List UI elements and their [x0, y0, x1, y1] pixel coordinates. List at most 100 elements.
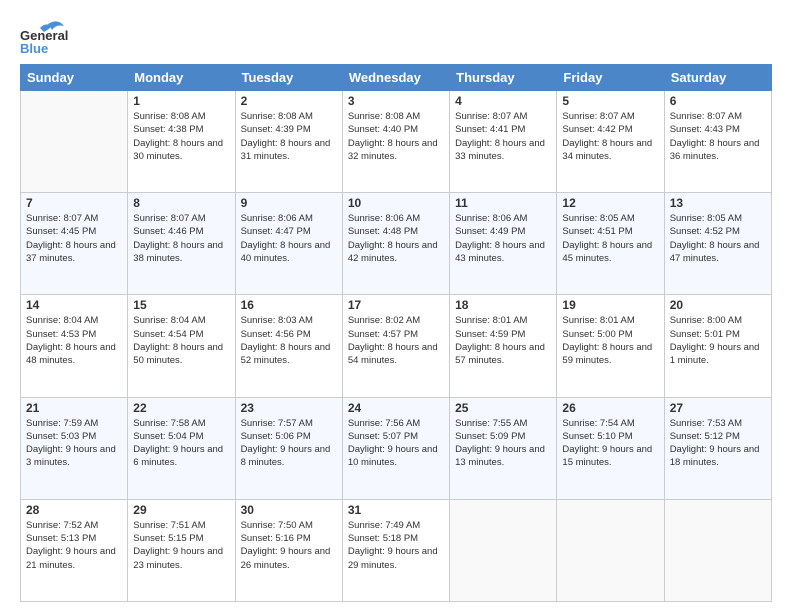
day-number: 5	[562, 94, 658, 108]
day-number: 12	[562, 196, 658, 210]
svg-text:Blue: Blue	[20, 41, 48, 56]
day-number: 14	[26, 298, 122, 312]
weekday-header-thursday: Thursday	[450, 65, 557, 91]
day-number: 27	[670, 401, 766, 415]
weekday-header-wednesday: Wednesday	[342, 65, 449, 91]
day-cell: 23 Sunrise: 7:57 AMSunset: 5:06 PMDayligh…	[235, 397, 342, 499]
day-number: 11	[455, 196, 551, 210]
day-cell: 15 Sunrise: 8:04 AMSunset: 4:54 PMDayligh…	[128, 295, 235, 397]
day-info: Sunrise: 8:05 AMSunset: 4:51 PMDaylight:…	[562, 212, 658, 265]
day-cell: 16 Sunrise: 8:03 AMSunset: 4:56 PMDayligh…	[235, 295, 342, 397]
day-cell: 31 Sunrise: 7:49 AMSunset: 5:18 PMDayligh…	[342, 499, 449, 601]
day-number: 18	[455, 298, 551, 312]
day-info: Sunrise: 8:06 AMSunset: 4:47 PMDaylight:…	[241, 212, 337, 265]
day-number: 21	[26, 401, 122, 415]
day-cell: 27 Sunrise: 7:53 AMSunset: 5:12 PMDayligh…	[664, 397, 771, 499]
day-info: Sunrise: 7:56 AMSunset: 5:07 PMDaylight:…	[348, 417, 444, 470]
day-cell: 6Sunrise: 8:07 AMSunset: 4:43 PMDaylight…	[664, 91, 771, 193]
day-cell: 5Sunrise: 8:07 AMSunset: 4:42 PMDaylight…	[557, 91, 664, 193]
day-cell: 1Sunrise: 8:08 AMSunset: 4:38 PMDaylight…	[128, 91, 235, 193]
day-info: Sunrise: 8:07 AMSunset: 4:46 PMDaylight:…	[133, 212, 229, 265]
day-info: Sunrise: 7:57 AMSunset: 5:06 PMDaylight:…	[241, 417, 337, 470]
day-cell: 24 Sunrise: 7:56 AMSunset: 5:07 PMDayligh…	[342, 397, 449, 499]
day-number: 10	[348, 196, 444, 210]
day-cell: 12 Sunrise: 8:05 AMSunset: 4:51 PMDayligh…	[557, 193, 664, 295]
day-cell	[557, 499, 664, 601]
day-cell: 29 Sunrise: 7:51 AMSunset: 5:15 PMDayligh…	[128, 499, 235, 601]
day-number: 4	[455, 94, 551, 108]
week-row-4: 21Sunrise: 7:59 AMSunset: 5:03 PMDayligh…	[21, 397, 772, 499]
day-cell: 10 Sunrise: 8:06 AMSunset: 4:48 PMDayligh…	[342, 193, 449, 295]
day-info: Sunrise: 7:54 AMSunset: 5:10 PMDaylight:…	[562, 417, 658, 470]
day-cell: 11 Sunrise: 8:06 AMSunset: 4:49 PMDayligh…	[450, 193, 557, 295]
calendar-table: SundayMondayTuesdayWednesdayThursdayFrid…	[20, 64, 772, 602]
day-info: Sunrise: 8:01 AMSunset: 4:59 PMDaylight:…	[455, 314, 551, 367]
day-cell	[450, 499, 557, 601]
day-info: Sunrise: 7:52 AMSunset: 5:13 PMDaylight:…	[26, 519, 122, 572]
day-info: Sunrise: 7:53 AMSunset: 5:12 PMDaylight:…	[670, 417, 766, 470]
day-cell: 8 Sunrise: 8:07 AMSunset: 4:46 PMDaylight…	[128, 193, 235, 295]
day-info: Sunrise: 7:55 AMSunset: 5:09 PMDaylight:…	[455, 417, 551, 470]
day-number: 20	[670, 298, 766, 312]
day-number: 9	[241, 196, 337, 210]
day-cell: 22 Sunrise: 7:58 AMSunset: 5:04 PMDayligh…	[128, 397, 235, 499]
day-number: 23	[241, 401, 337, 415]
day-cell: 30 Sunrise: 7:50 AMSunset: 5:16 PMDayligh…	[235, 499, 342, 601]
day-cell: 14 Sunrise: 8:04 AMSunset: 4:53 PMDayligh…	[21, 295, 128, 397]
day-cell: 7Sunrise: 8:07 AMSunset: 4:45 PMDaylight…	[21, 193, 128, 295]
day-cell: 26 Sunrise: 7:54 AMSunset: 5:10 PMDayligh…	[557, 397, 664, 499]
day-cell: 21Sunrise: 7:59 AMSunset: 5:03 PMDayligh…	[21, 397, 128, 499]
day-cell: 19Sunrise: 8:01 AMSunset: 5:00 PMDayligh…	[557, 295, 664, 397]
day-number: 16	[241, 298, 337, 312]
weekday-header-row: SundayMondayTuesdayWednesdayThursdayFrid…	[21, 65, 772, 91]
day-info: Sunrise: 7:51 AMSunset: 5:15 PMDaylight:…	[133, 519, 229, 572]
day-info: Sunrise: 8:04 AMSunset: 4:54 PMDaylight:…	[133, 314, 229, 367]
day-info: Sunrise: 8:07 AMSunset: 4:41 PMDaylight:…	[455, 110, 551, 163]
day-number: 26	[562, 401, 658, 415]
week-row-2: 7Sunrise: 8:07 AMSunset: 4:45 PMDaylight…	[21, 193, 772, 295]
day-number: 3	[348, 94, 444, 108]
day-info: Sunrise: 8:00 AMSunset: 5:01 PMDaylight:…	[670, 314, 766, 367]
day-info: Sunrise: 8:03 AMSunset: 4:56 PMDaylight:…	[241, 314, 337, 367]
logo-area: General Blue	[20, 16, 68, 56]
day-info: Sunrise: 8:08 AMSunset: 4:39 PMDaylight:…	[241, 110, 337, 163]
day-cell: 13Sunrise: 8:05 AMSunset: 4:52 PMDayligh…	[664, 193, 771, 295]
day-info: Sunrise: 8:05 AMSunset: 4:52 PMDaylight:…	[670, 212, 766, 265]
day-number: 30	[241, 503, 337, 517]
day-info: Sunrise: 8:04 AMSunset: 4:53 PMDaylight:…	[26, 314, 122, 367]
day-cell: 20 Sunrise: 8:00 AMSunset: 5:01 PMDayligh…	[664, 295, 771, 397]
day-info: Sunrise: 8:01 AMSunset: 5:00 PMDaylight:…	[562, 314, 658, 367]
day-cell	[21, 91, 128, 193]
day-cell: 2 Sunrise: 8:08 AMSunset: 4:39 PMDaylight…	[235, 91, 342, 193]
day-cell: 17Sunrise: 8:02 AMSunset: 4:57 PMDayligh…	[342, 295, 449, 397]
day-number: 28	[26, 503, 122, 517]
day-number: 8	[133, 196, 229, 210]
weekday-header-sunday: Sunday	[21, 65, 128, 91]
weekday-header-friday: Friday	[557, 65, 664, 91]
week-row-1: 1Sunrise: 8:08 AMSunset: 4:38 PMDaylight…	[21, 91, 772, 193]
page: General Blue SundayMondayTuesdayWednesda…	[0, 0, 792, 612]
day-cell	[664, 499, 771, 601]
day-number: 22	[133, 401, 229, 415]
day-info: Sunrise: 8:06 AMSunset: 4:48 PMDaylight:…	[348, 212, 444, 265]
weekday-header-monday: Monday	[128, 65, 235, 91]
day-number: 29	[133, 503, 229, 517]
day-number: 15	[133, 298, 229, 312]
day-info: Sunrise: 8:07 AMSunset: 4:45 PMDaylight:…	[26, 212, 122, 265]
day-info: Sunrise: 7:49 AMSunset: 5:18 PMDaylight:…	[348, 519, 444, 572]
weekday-header-saturday: Saturday	[664, 65, 771, 91]
day-number: 31	[348, 503, 444, 517]
day-info: Sunrise: 7:58 AMSunset: 5:04 PMDaylight:…	[133, 417, 229, 470]
day-number: 1	[133, 94, 229, 108]
day-cell: 9 Sunrise: 8:06 AMSunset: 4:47 PMDaylight…	[235, 193, 342, 295]
day-number: 2	[241, 94, 337, 108]
logo-icon: General Blue	[20, 16, 68, 56]
day-cell: 4 Sunrise: 8:07 AMSunset: 4:41 PMDaylight…	[450, 91, 557, 193]
day-info: Sunrise: 8:02 AMSunset: 4:57 PMDaylight:…	[348, 314, 444, 367]
day-info: Sunrise: 7:50 AMSunset: 5:16 PMDaylight:…	[241, 519, 337, 572]
day-number: 24	[348, 401, 444, 415]
weekday-header-tuesday: Tuesday	[235, 65, 342, 91]
week-row-5: 28 Sunrise: 7:52 AMSunset: 5:13 PMDayligh…	[21, 499, 772, 601]
day-info: Sunrise: 8:06 AMSunset: 4:49 PMDaylight:…	[455, 212, 551, 265]
day-cell: 3Sunrise: 8:08 AMSunset: 4:40 PMDaylight…	[342, 91, 449, 193]
